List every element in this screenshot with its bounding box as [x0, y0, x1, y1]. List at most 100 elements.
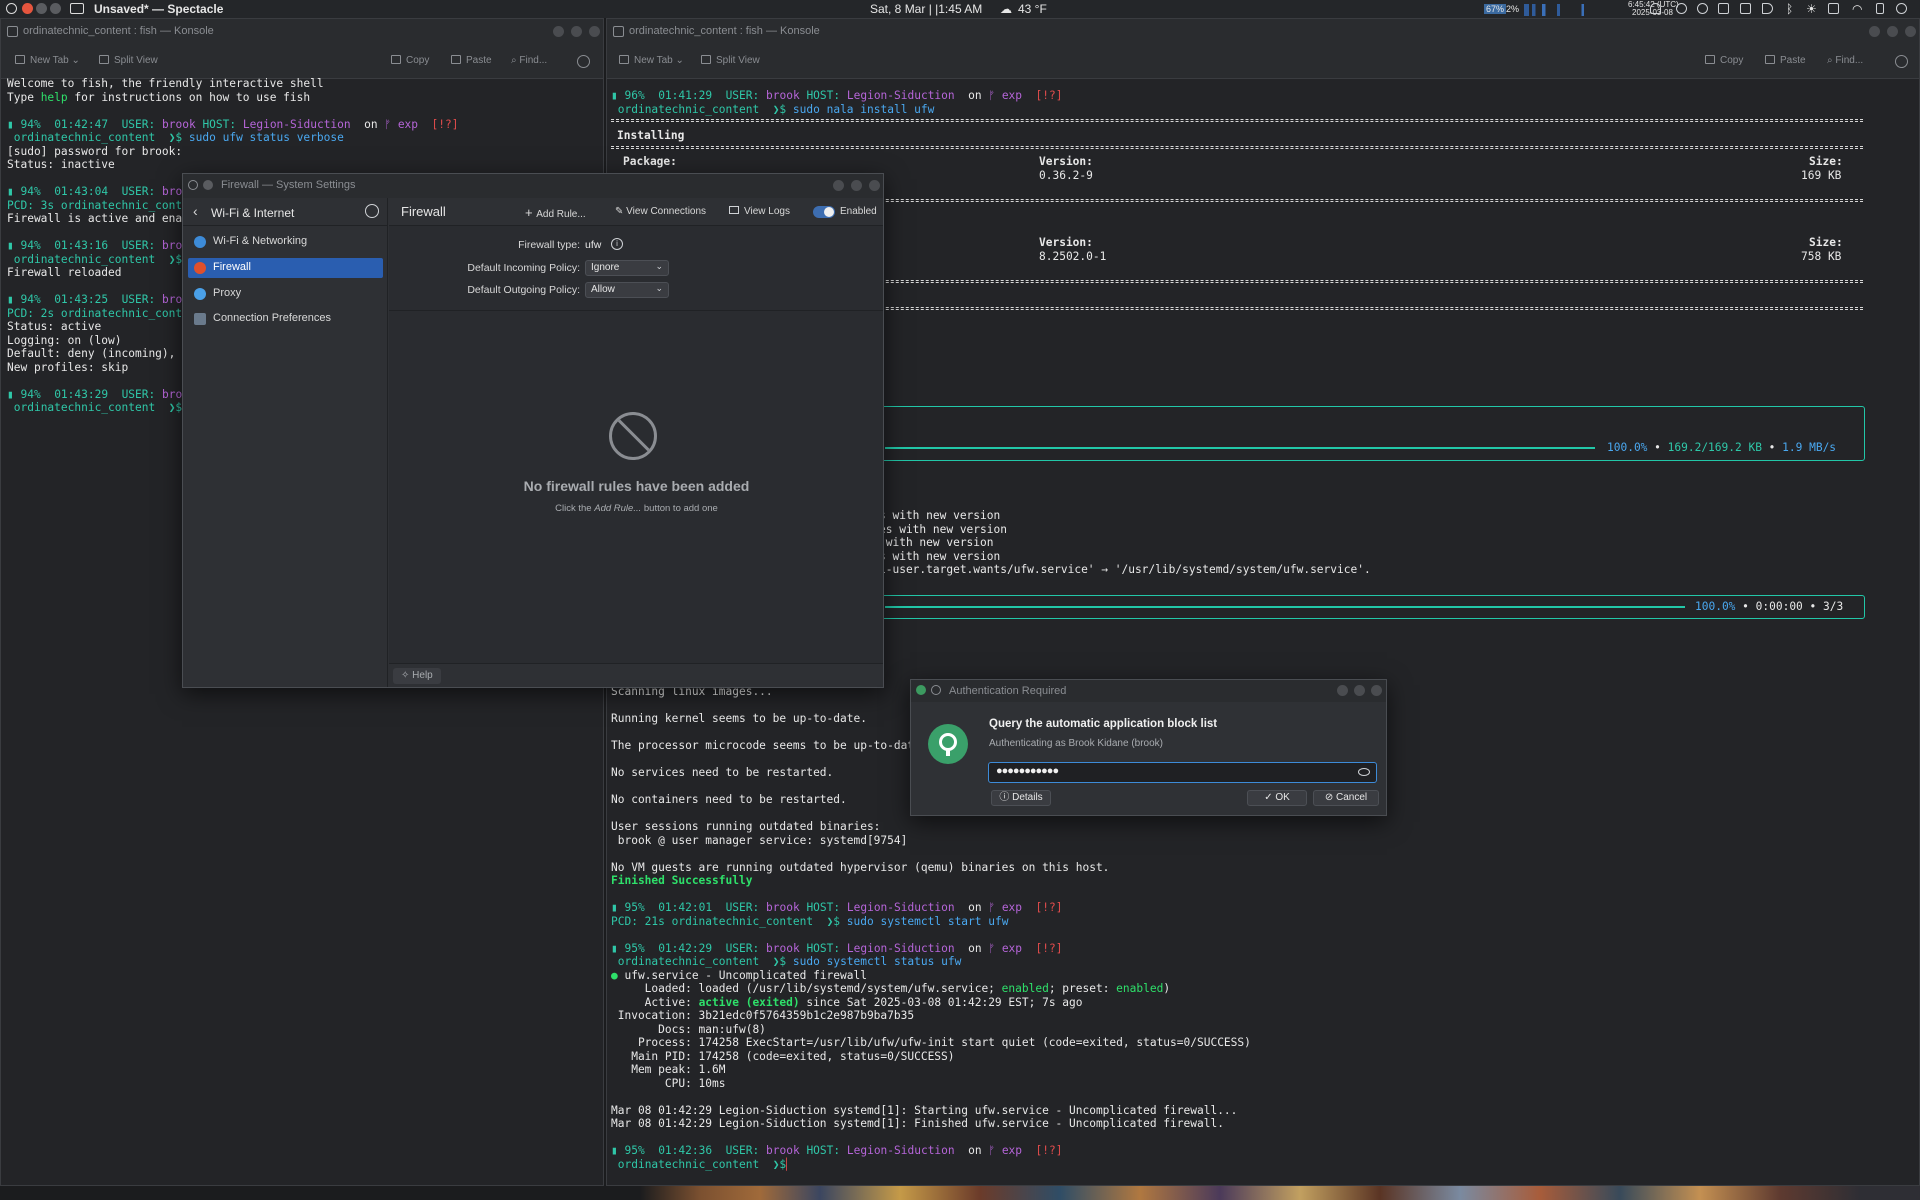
copy-button[interactable]: Copy	[391, 55, 429, 66]
notifications-icon[interactable]	[1650, 3, 1661, 14]
bluetooth-icon[interactable]: ᛒ	[1786, 2, 1793, 16]
brightness-icon[interactable]: ☀	[1806, 2, 1817, 16]
download-progress-bar	[885, 447, 1595, 449]
right-konsole-titlebar[interactable]: ordinatechnic_content : fish — Konsole	[607, 19, 1919, 45]
battery-icon[interactable]	[1876, 3, 1884, 14]
help-button[interactable]: ✧ Help	[393, 668, 441, 684]
left-konsole-minimize-button[interactable]	[553, 26, 564, 37]
hamburger-menu-button[interactable]	[577, 55, 590, 71]
paste-button[interactable]: Paste	[1765, 55, 1806, 66]
prompt-line: ▮ 95% 01:42:36 USER: brook HOST: Legion-…	[611, 1144, 1063, 1157]
firewall-close-button[interactable]	[869, 180, 880, 191]
auth-dialog-titlebar[interactable]: Authentication Required	[911, 680, 1386, 702]
view-logs-button[interactable]: View Logs	[729, 206, 790, 217]
display-icon[interactable]	[1828, 3, 1839, 14]
auth-app-icon	[916, 685, 926, 695]
weather-icon[interactable]: ☁	[1000, 2, 1012, 16]
close-window-icon[interactable]	[22, 3, 33, 14]
hamburger-menu-button[interactable]	[1895, 55, 1908, 71]
wifi-icon[interactable]: ◠	[1852, 2, 1862, 16]
right-konsole-title: ordinatechnic_content : fish — Konsole	[629, 25, 820, 37]
term-line: Status: inactive	[7, 158, 115, 171]
term-line: Welcome to fish, the friendly interactiv…	[7, 77, 324, 90]
right-konsole-minimize-button[interactable]	[1869, 26, 1880, 37]
info-icon[interactable]: i	[611, 238, 623, 250]
cpu-usage-2[interactable]: 2%	[1506, 4, 1519, 14]
maximize-window-icon[interactable]	[50, 3, 61, 14]
empty-state-title: No firewall rules have been added	[523, 478, 750, 494]
firewall-maximize-button[interactable]	[851, 180, 862, 191]
outgoing-policy-select[interactable]: Allow ⌄	[585, 282, 669, 298]
more-options-icon[interactable]	[365, 204, 379, 218]
term-line: es with new version	[879, 522, 1007, 536]
prompt-line: ordinatechnic_content ❯$ sudo nala insta…	[617, 102, 935, 116]
updates-icon[interactable]	[1676, 3, 1687, 14]
split-view-button[interactable]: Split View	[701, 55, 760, 66]
clock[interactable]: Sat, 8 Mar | |1:45 AM	[870, 2, 982, 16]
incoming-policy-label: Default Incoming Policy:	[467, 262, 580, 274]
top-panel: Unsaved* — Spectacle Sat, 8 Mar | |1:45 …	[0, 0, 1920, 18]
firewall-minimize-button[interactable]	[833, 180, 844, 191]
left-konsole-titlebar[interactable]: ordinatechnic_content : fish — Konsole	[1, 19, 603, 45]
minimize-window-icon[interactable]	[36, 3, 47, 14]
find-button[interactable]: ⌕ Find...	[511, 55, 547, 66]
find-button[interactable]: ⌕ Find...	[1827, 55, 1863, 66]
power-icon[interactable]	[1896, 3, 1907, 14]
left-konsole-maximize-button[interactable]	[571, 26, 582, 37]
term-line: Active: active (exited) since Sat 2025-0…	[611, 995, 1083, 1009]
sync-icon[interactable]	[1697, 3, 1708, 14]
copy-button[interactable]: Copy	[1705, 55, 1743, 66]
system-monitor-graph[interactable]	[1524, 4, 1606, 16]
password-input[interactable]: ●●●●●●●●●●●	[988, 762, 1377, 783]
sidebar-item-connection-preferences[interactable]: Connection Preferences	[188, 309, 383, 329]
prompt-line: ▮ 96% 01:41:29 USER: brook HOST: Legion-…	[611, 89, 1063, 102]
term-line: User sessions running outdated binaries:	[611, 820, 881, 833]
app-menu-icon[interactable]	[6, 3, 17, 14]
left-konsole-close-button[interactable]	[589, 26, 600, 37]
auth-close-button[interactable]	[1371, 685, 1382, 696]
term-line: s with new version	[879, 549, 1001, 563]
new-tab-button[interactable]: New Tab ⌄	[619, 55, 684, 66]
enabled-toggle[interactable]	[813, 206, 835, 218]
split-view-button[interactable]: Split View	[99, 55, 158, 66]
add-rule-button[interactable]: + Add Rule...	[525, 205, 586, 220]
sidebar-item-proxy[interactable]: Proxy	[188, 284, 383, 304]
left-konsole-title: ordinatechnic_content : fish — Konsole	[23, 25, 214, 37]
right-konsole-close-button[interactable]	[1905, 26, 1916, 37]
term-line: i-user.target.wants/ufw.service' → '/usr…	[879, 563, 1371, 576]
auth-minimize-button[interactable]	[1337, 685, 1348, 696]
sidebar-item-wifi-networking[interactable]: Wi-Fi & Networking	[188, 232, 383, 252]
terminal-tray-icon[interactable]	[1718, 3, 1729, 14]
chevron-down-icon: ⌄	[655, 261, 663, 271]
pin-icon[interactable]	[931, 685, 941, 695]
details-button[interactable]: ⓘ Details	[991, 790, 1051, 806]
new-tab-button[interactable]: New Tab ⌄	[15, 55, 80, 66]
view-connections-button[interactable]: ✎ View Connections	[615, 206, 706, 217]
term-line: 8.2502.0-1	[1039, 249, 1107, 263]
auth-maximize-button[interactable]	[1354, 685, 1365, 696]
prompt-line: PCD: 2s ordinatechnic_cont	[7, 306, 183, 320]
incoming-policy-select[interactable]: Ignore ⌄	[585, 260, 669, 276]
weather-temp[interactable]: 43 °F	[1018, 2, 1047, 16]
term-line: CPU: 10ms	[611, 1076, 726, 1090]
show-password-icon[interactable]	[1358, 768, 1370, 776]
ok-button[interactable]: ✓ OK	[1247, 790, 1307, 806]
install-progress-bar	[885, 606, 1685, 608]
right-konsole-maximize-button[interactable]	[1887, 26, 1898, 37]
volume-icon[interactable]	[1762, 3, 1773, 14]
term-line: 169 KB	[1801, 168, 1842, 182]
sidebar-item-firewall[interactable]: Firewall	[188, 258, 383, 278]
konsole-app-icon	[613, 26, 624, 37]
pin-icon[interactable]	[188, 180, 198, 190]
term-line: s with new version	[879, 509, 1001, 522]
cpu-usage-1[interactable]: 67%	[1484, 4, 1507, 14]
clipboard-icon[interactable]	[1740, 3, 1751, 14]
firewall-window-titlebar[interactable]: Firewall — System Settings	[183, 174, 883, 198]
paste-button[interactable]: Paste	[451, 55, 492, 66]
back-arrow-icon[interactable]: ‹	[193, 203, 198, 219]
term-line: Version:	[1039, 236, 1093, 249]
auth-heading: Query the automatic application block li…	[989, 718, 1218, 730]
cancel-button[interactable]: ⊘ Cancel	[1313, 790, 1379, 806]
term-line: Installing	[617, 129, 685, 142]
prompt-line: ▮ 95% 01:42:29 USER: brook HOST: Legion-…	[611, 941, 1063, 955]
